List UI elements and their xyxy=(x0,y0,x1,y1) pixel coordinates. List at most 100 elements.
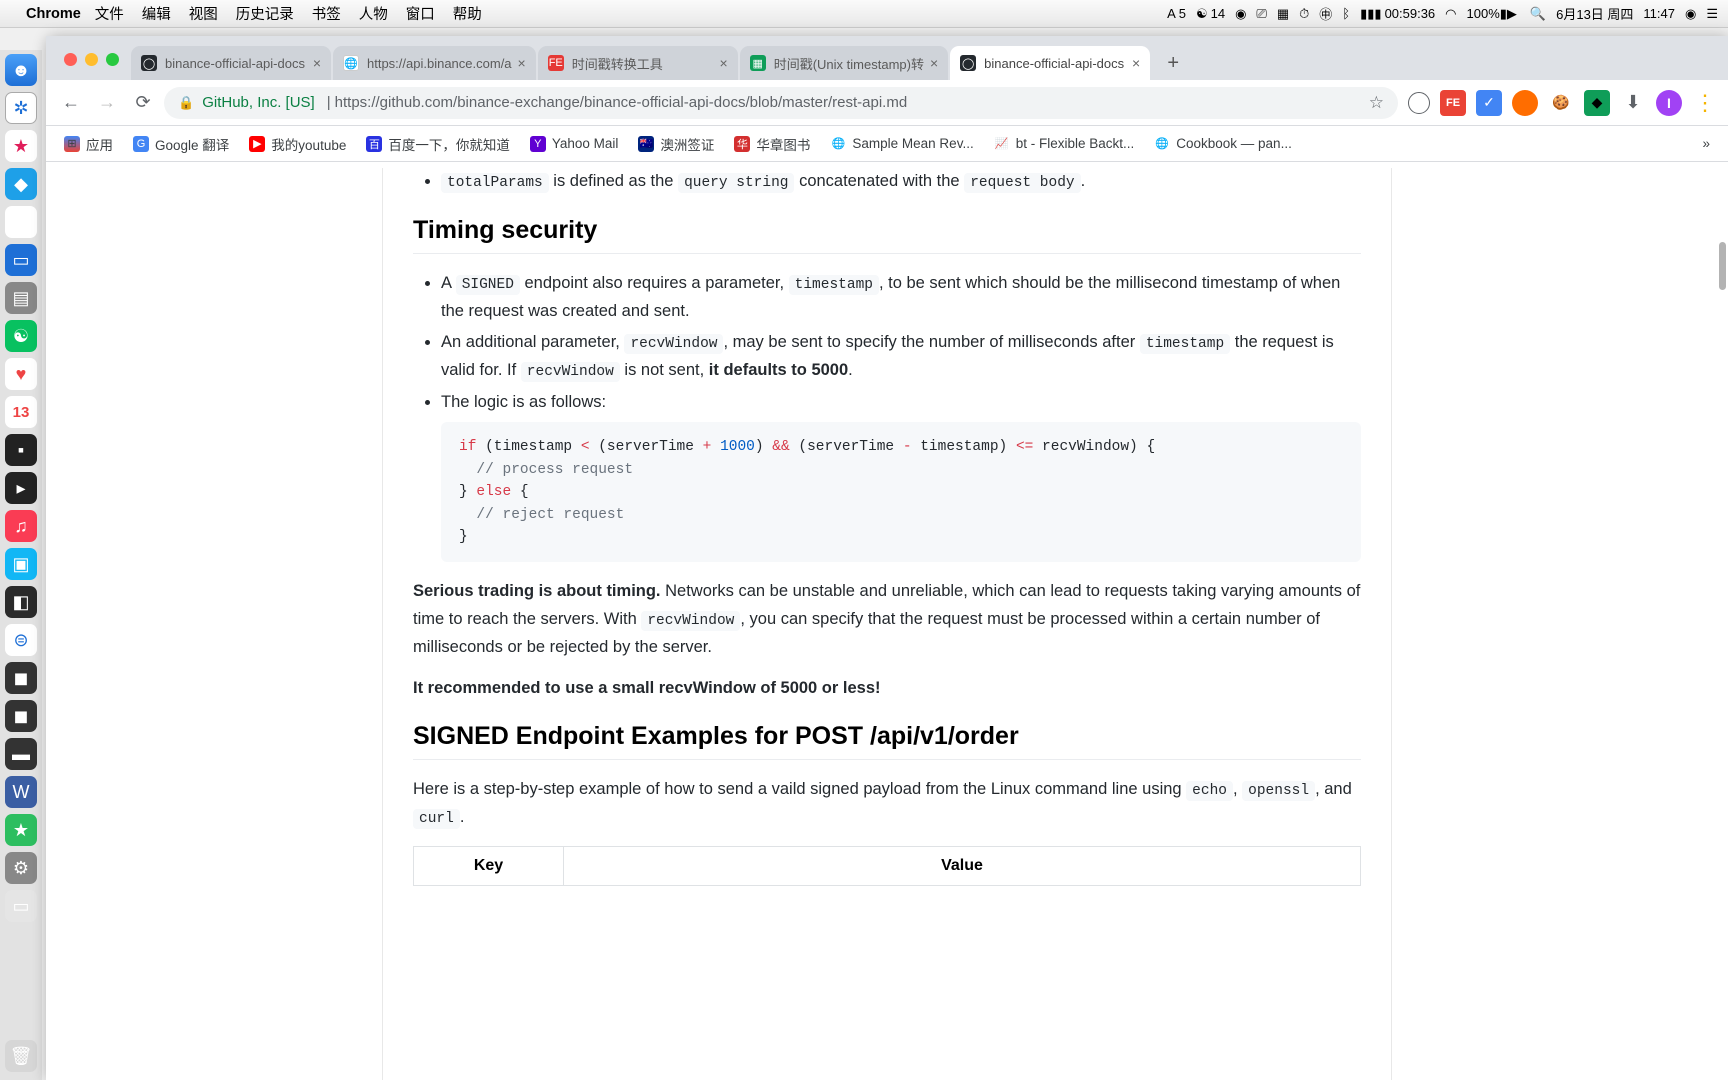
dock-app-icon[interactable]: ▭ xyxy=(5,244,37,276)
profile-avatar[interactable]: I xyxy=(1656,90,1682,116)
dock-chrome-icon[interactable]: ◯ xyxy=(5,206,37,238)
bookmark-item[interactable]: YYahoo Mail xyxy=(522,130,627,158)
menu-file[interactable]: 文件 xyxy=(95,3,124,24)
extension-icon[interactable]: 🍪 xyxy=(1548,90,1574,116)
menu-view[interactable]: 视图 xyxy=(189,3,218,24)
close-tab-icon[interactable]: × xyxy=(930,55,938,71)
dock-app-icon[interactable]: ▬ xyxy=(5,738,37,770)
downloads-icon[interactable]: ⬇ xyxy=(1620,90,1646,116)
dock-finder-icon[interactable]: ☻ xyxy=(5,54,37,86)
sheet-icon: ▦ xyxy=(750,55,766,71)
close-tab-icon[interactable]: × xyxy=(313,55,321,71)
notif-icon[interactable]: ☰ xyxy=(1706,6,1718,22)
bookmarks-bar: ⊞应用 GGoogle 翻译 ▶我的youtube 百百度一下，你就知道 YYa… xyxy=(46,126,1728,162)
dock-app-icon[interactable]: ▭ xyxy=(5,890,37,922)
dock-app-icon[interactable]: ◼ xyxy=(5,662,37,694)
new-tab-button[interactable]: + xyxy=(1158,48,1188,78)
bookmark-item[interactable]: 🌐Sample Mean Rev... xyxy=(822,130,981,158)
extension-icon[interactable]: FE xyxy=(1440,90,1466,116)
dock-app-icon[interactable]: ⊜ xyxy=(5,624,37,656)
dock-app-icon[interactable]: ▸ xyxy=(5,472,37,504)
screen-icon[interactable]: ⎚ xyxy=(1256,6,1266,22)
forward-button[interactable]: → xyxy=(92,88,122,118)
tab[interactable]: ◯ binance-official-api-docs × xyxy=(131,46,331,80)
tab[interactable]: ▦ 时间戳(Unix timestamp)转 × xyxy=(740,46,948,80)
bookmark-item[interactable]: 🇦🇺澳洲签证 xyxy=(630,130,722,158)
dock-settings-icon[interactable]: ⚙ xyxy=(5,852,37,884)
menu-help[interactable]: 帮助 xyxy=(453,3,482,24)
dock-safari-icon[interactable]: ✲ xyxy=(5,92,37,124)
apps-shortcut[interactable]: ⊞应用 xyxy=(56,130,121,158)
wechat-status-icon[interactable]: ☯14 xyxy=(1196,6,1225,22)
menu-people[interactable]: 人物 xyxy=(359,3,388,24)
cn-input-icon[interactable]: ㊥ xyxy=(1319,4,1332,23)
list-item: The logic is as follows: if (timestamp <… xyxy=(441,389,1361,563)
bookmark-star-icon[interactable]: ☆ xyxy=(1369,93,1384,113)
menu-bookmarks[interactable]: 书签 xyxy=(312,3,341,24)
dock-app-icon[interactable]: ◧ xyxy=(5,586,37,618)
code-inline: SIGNED xyxy=(456,275,520,295)
menu-history[interactable]: 历史记录 xyxy=(236,3,294,24)
close-tab-icon[interactable]: × xyxy=(1132,55,1140,71)
dock-app-icon[interactable]: ♥ xyxy=(5,358,37,390)
dock-app-icon[interactable]: ▣ xyxy=(5,548,37,580)
time[interactable]: 11:47 xyxy=(1643,6,1675,21)
app-name[interactable]: Chrome xyxy=(26,6,81,22)
bookmark-item[interactable]: 📈bt - Flexible Backt... xyxy=(986,130,1143,158)
dock-app-icon[interactable]: ◼ xyxy=(5,700,37,732)
clock-icon[interactable]: ⏱ xyxy=(1299,6,1309,22)
tab-active[interactable]: ◯ binance-official-api-docs × xyxy=(950,46,1150,80)
extension-icon[interactable] xyxy=(1512,90,1538,116)
dock-terminal-icon[interactable]: ▪ xyxy=(5,434,37,466)
bookmark-overflow[interactable]: » xyxy=(1694,130,1718,158)
code-inline: request body xyxy=(964,173,1080,193)
tab[interactable]: 🌐 https://api.binance.com/a × xyxy=(333,46,536,80)
menu-icon[interactable]: ⋮ xyxy=(1692,90,1718,116)
menu-window[interactable]: 窗口 xyxy=(406,3,435,24)
bookmark-item[interactable]: 🌐Cookbook — pan... xyxy=(1146,130,1300,158)
address-bar[interactable]: 🔒 GitHub, Inc. [US] | https://github.com… xyxy=(164,87,1398,119)
battery[interactable]: 100% ▮▶ xyxy=(1467,6,1520,22)
table-header-value: Value xyxy=(564,846,1361,885)
dock-trash-icon[interactable]: 🗑 xyxy=(5,1040,37,1072)
dock-app-icon[interactable]: ★ xyxy=(5,130,37,162)
code-inline: recvWindow xyxy=(521,362,620,382)
list-item: A SIGNED endpoint also requires a parame… xyxy=(441,270,1361,325)
menu-edit[interactable]: 编辑 xyxy=(142,3,171,24)
dock-app-icon[interactable]: W xyxy=(5,776,37,808)
dock-wechat-icon[interactable]: ☯ xyxy=(5,320,37,352)
bookmark-item[interactable]: 华华章图书 xyxy=(726,130,818,158)
grid-icon[interactable]: ▦ xyxy=(1277,6,1289,22)
bookmark-item[interactable]: GGoogle 翻译 xyxy=(125,130,237,158)
tab[interactable]: FE 时间戳转换工具 × xyxy=(538,46,738,80)
extension-icon[interactable] xyxy=(1408,92,1430,114)
dock-app-icon[interactable]: ◆ xyxy=(5,168,37,200)
bookmark-item[interactable]: ▶我的youtube xyxy=(241,130,354,158)
date[interactable]: 6月13日 周四 xyxy=(1556,4,1633,23)
reload-button[interactable]: ⟳ xyxy=(128,88,158,118)
dock-evernote-icon[interactable]: ★ xyxy=(5,814,37,846)
tab-title: https://api.binance.com/a xyxy=(367,56,512,71)
back-button[interactable]: ← xyxy=(56,88,86,118)
bookmark-item[interactable]: 百百度一下，你就知道 xyxy=(358,130,518,158)
code-inline: recvWindow xyxy=(641,611,740,631)
siri-icon[interactable]: ◉ xyxy=(1685,6,1696,22)
dock-calendar-icon[interactable]: 13 xyxy=(5,396,37,428)
close-window-button[interactable] xyxy=(64,53,77,66)
code-inline: recvWindow xyxy=(624,334,723,354)
minimize-window-button[interactable] xyxy=(85,53,98,66)
scroll-area[interactable]: totalParams is defined as the query stri… xyxy=(46,162,1728,1080)
rec-icon[interactable]: ◉ xyxy=(1235,6,1246,22)
extension-icon[interactable]: ✓ xyxy=(1476,90,1502,116)
maximize-window-button[interactable] xyxy=(106,53,119,66)
extension-icon[interactable]: ◆ xyxy=(1584,90,1610,116)
dock-app-icon[interactable]: ▤ xyxy=(5,282,37,314)
wifi-icon[interactable]: ◠ xyxy=(1445,6,1456,22)
timer[interactable]: ▮▮▮00:59:36 xyxy=(1360,6,1435,22)
status-a[interactable]: A 5 xyxy=(1167,6,1186,21)
spotlight-icon[interactable]: 🔍 xyxy=(1530,6,1546,22)
dock-music-icon[interactable]: ♫ xyxy=(5,510,37,542)
close-tab-icon[interactable]: × xyxy=(720,55,728,71)
bluetooth-icon[interactable]: ᛒ xyxy=(1342,6,1350,21)
close-tab-icon[interactable]: × xyxy=(518,55,526,71)
